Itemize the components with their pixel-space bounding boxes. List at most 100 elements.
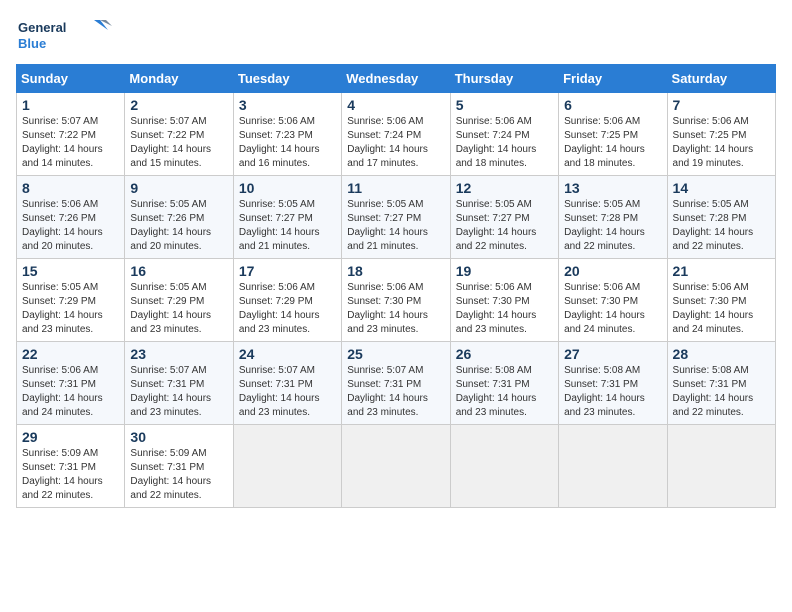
- day-info: Sunrise: 5:09 AM Sunset: 7:31 PM Dayligh…: [130, 447, 227, 503]
- weekday-header-friday: Friday: [559, 65, 667, 93]
- header: General Blue: [16, 16, 776, 56]
- calendar-cell: 30 Sunrise: 5:09 AM Sunset: 7:31 PM Dayl…: [125, 425, 233, 508]
- day-number: 12: [456, 180, 553, 196]
- calendar-cell: 8 Sunrise: 5:06 AM Sunset: 7:26 PM Dayli…: [17, 176, 125, 259]
- day-info: Sunrise: 5:05 AM Sunset: 7:28 PM Dayligh…: [673, 198, 770, 254]
- day-number: 14: [673, 180, 770, 196]
- day-info: Sunrise: 5:07 AM Sunset: 7:22 PM Dayligh…: [130, 115, 227, 171]
- day-info: Sunrise: 5:09 AM Sunset: 7:31 PM Dayligh…: [22, 447, 119, 503]
- calendar-week-2: 8 Sunrise: 5:06 AM Sunset: 7:26 PM Dayli…: [17, 176, 776, 259]
- calendar-cell: 4 Sunrise: 5:06 AM Sunset: 7:24 PM Dayli…: [342, 93, 450, 176]
- calendar-cell: 10 Sunrise: 5:05 AM Sunset: 7:27 PM Dayl…: [233, 176, 341, 259]
- day-number: 16: [130, 263, 227, 279]
- day-number: 4: [347, 97, 444, 113]
- calendar-cell: 28 Sunrise: 5:08 AM Sunset: 7:31 PM Dayl…: [667, 342, 775, 425]
- day-number: 6: [564, 97, 661, 113]
- calendar-cell: [233, 425, 341, 508]
- day-number: 29: [22, 429, 119, 445]
- calendar-cell: 11 Sunrise: 5:05 AM Sunset: 7:27 PM Dayl…: [342, 176, 450, 259]
- calendar-cell: 15 Sunrise: 5:05 AM Sunset: 7:29 PM Dayl…: [17, 259, 125, 342]
- logo-icon: General Blue: [16, 16, 116, 56]
- day-number: 19: [456, 263, 553, 279]
- day-info: Sunrise: 5:06 AM Sunset: 7:31 PM Dayligh…: [22, 364, 119, 420]
- weekday-header-monday: Monday: [125, 65, 233, 93]
- calendar-cell: 26 Sunrise: 5:08 AM Sunset: 7:31 PM Dayl…: [450, 342, 558, 425]
- calendar-cell: [559, 425, 667, 508]
- day-info: Sunrise: 5:07 AM Sunset: 7:22 PM Dayligh…: [22, 115, 119, 171]
- day-info: Sunrise: 5:07 AM Sunset: 7:31 PM Dayligh…: [347, 364, 444, 420]
- day-info: Sunrise: 5:06 AM Sunset: 7:23 PM Dayligh…: [239, 115, 336, 171]
- day-number: 26: [456, 346, 553, 362]
- weekday-header-tuesday: Tuesday: [233, 65, 341, 93]
- day-info: Sunrise: 5:05 AM Sunset: 7:28 PM Dayligh…: [564, 198, 661, 254]
- calendar-cell: 25 Sunrise: 5:07 AM Sunset: 7:31 PM Dayl…: [342, 342, 450, 425]
- day-info: Sunrise: 5:06 AM Sunset: 7:26 PM Dayligh…: [22, 198, 119, 254]
- day-number: 21: [673, 263, 770, 279]
- day-number: 25: [347, 346, 444, 362]
- day-info: Sunrise: 5:06 AM Sunset: 7:30 PM Dayligh…: [564, 281, 661, 337]
- day-number: 10: [239, 180, 336, 196]
- day-number: 15: [22, 263, 119, 279]
- day-number: 28: [673, 346, 770, 362]
- calendar-cell: [450, 425, 558, 508]
- calendar-cell: 23 Sunrise: 5:07 AM Sunset: 7:31 PM Dayl…: [125, 342, 233, 425]
- day-number: 9: [130, 180, 227, 196]
- day-number: 18: [347, 263, 444, 279]
- day-number: 1: [22, 97, 119, 113]
- calendar-cell: 6 Sunrise: 5:06 AM Sunset: 7:25 PM Dayli…: [559, 93, 667, 176]
- day-info: Sunrise: 5:06 AM Sunset: 7:29 PM Dayligh…: [239, 281, 336, 337]
- calendar-week-4: 22 Sunrise: 5:06 AM Sunset: 7:31 PM Dayl…: [17, 342, 776, 425]
- svg-text:General: General: [18, 20, 66, 35]
- day-info: Sunrise: 5:06 AM Sunset: 7:25 PM Dayligh…: [564, 115, 661, 171]
- calendar-cell: 2 Sunrise: 5:07 AM Sunset: 7:22 PM Dayli…: [125, 93, 233, 176]
- calendar-cell: [342, 425, 450, 508]
- day-number: 17: [239, 263, 336, 279]
- calendar-cell: 29 Sunrise: 5:09 AM Sunset: 7:31 PM Dayl…: [17, 425, 125, 508]
- weekday-header-row: SundayMondayTuesdayWednesdayThursdayFrid…: [17, 65, 776, 93]
- weekday-header-saturday: Saturday: [667, 65, 775, 93]
- day-info: Sunrise: 5:05 AM Sunset: 7:29 PM Dayligh…: [130, 281, 227, 337]
- calendar-cell: [667, 425, 775, 508]
- calendar-cell: 13 Sunrise: 5:05 AM Sunset: 7:28 PM Dayl…: [559, 176, 667, 259]
- day-number: 11: [347, 180, 444, 196]
- day-number: 8: [22, 180, 119, 196]
- logo: General Blue: [16, 16, 116, 56]
- day-number: 2: [130, 97, 227, 113]
- calendar-cell: 3 Sunrise: 5:06 AM Sunset: 7:23 PM Dayli…: [233, 93, 341, 176]
- day-number: 5: [456, 97, 553, 113]
- calendar-cell: 12 Sunrise: 5:05 AM Sunset: 7:27 PM Dayl…: [450, 176, 558, 259]
- day-info: Sunrise: 5:06 AM Sunset: 7:24 PM Dayligh…: [347, 115, 444, 171]
- calendar-cell: 7 Sunrise: 5:06 AM Sunset: 7:25 PM Dayli…: [667, 93, 775, 176]
- calendar-cell: 18 Sunrise: 5:06 AM Sunset: 7:30 PM Dayl…: [342, 259, 450, 342]
- calendar-week-5: 29 Sunrise: 5:09 AM Sunset: 7:31 PM Dayl…: [17, 425, 776, 508]
- day-info: Sunrise: 5:07 AM Sunset: 7:31 PM Dayligh…: [130, 364, 227, 420]
- weekday-header-wednesday: Wednesday: [342, 65, 450, 93]
- calendar-cell: 9 Sunrise: 5:05 AM Sunset: 7:26 PM Dayli…: [125, 176, 233, 259]
- calendar-cell: 20 Sunrise: 5:06 AM Sunset: 7:30 PM Dayl…: [559, 259, 667, 342]
- day-info: Sunrise: 5:07 AM Sunset: 7:31 PM Dayligh…: [239, 364, 336, 420]
- day-info: Sunrise: 5:06 AM Sunset: 7:30 PM Dayligh…: [673, 281, 770, 337]
- day-number: 30: [130, 429, 227, 445]
- day-number: 27: [564, 346, 661, 362]
- day-info: Sunrise: 5:06 AM Sunset: 7:24 PM Dayligh…: [456, 115, 553, 171]
- calendar-cell: 1 Sunrise: 5:07 AM Sunset: 7:22 PM Dayli…: [17, 93, 125, 176]
- day-info: Sunrise: 5:05 AM Sunset: 7:27 PM Dayligh…: [456, 198, 553, 254]
- day-number: 22: [22, 346, 119, 362]
- day-info: Sunrise: 5:05 AM Sunset: 7:26 PM Dayligh…: [130, 198, 227, 254]
- calendar-cell: 17 Sunrise: 5:06 AM Sunset: 7:29 PM Dayl…: [233, 259, 341, 342]
- svg-text:Blue: Blue: [18, 36, 46, 51]
- day-info: Sunrise: 5:05 AM Sunset: 7:27 PM Dayligh…: [239, 198, 336, 254]
- calendar-cell: 27 Sunrise: 5:08 AM Sunset: 7:31 PM Dayl…: [559, 342, 667, 425]
- day-info: Sunrise: 5:06 AM Sunset: 7:25 PM Dayligh…: [673, 115, 770, 171]
- weekday-header-thursday: Thursday: [450, 65, 558, 93]
- day-number: 13: [564, 180, 661, 196]
- weekday-header-sunday: Sunday: [17, 65, 125, 93]
- day-info: Sunrise: 5:08 AM Sunset: 7:31 PM Dayligh…: [564, 364, 661, 420]
- calendar-week-3: 15 Sunrise: 5:05 AM Sunset: 7:29 PM Dayl…: [17, 259, 776, 342]
- day-number: 20: [564, 263, 661, 279]
- day-info: Sunrise: 5:08 AM Sunset: 7:31 PM Dayligh…: [456, 364, 553, 420]
- calendar-cell: 5 Sunrise: 5:06 AM Sunset: 7:24 PM Dayli…: [450, 93, 558, 176]
- calendar-cell: 19 Sunrise: 5:06 AM Sunset: 7:30 PM Dayl…: [450, 259, 558, 342]
- calendar-cell: 16 Sunrise: 5:05 AM Sunset: 7:29 PM Dayl…: [125, 259, 233, 342]
- calendar-cell: 14 Sunrise: 5:05 AM Sunset: 7:28 PM Dayl…: [667, 176, 775, 259]
